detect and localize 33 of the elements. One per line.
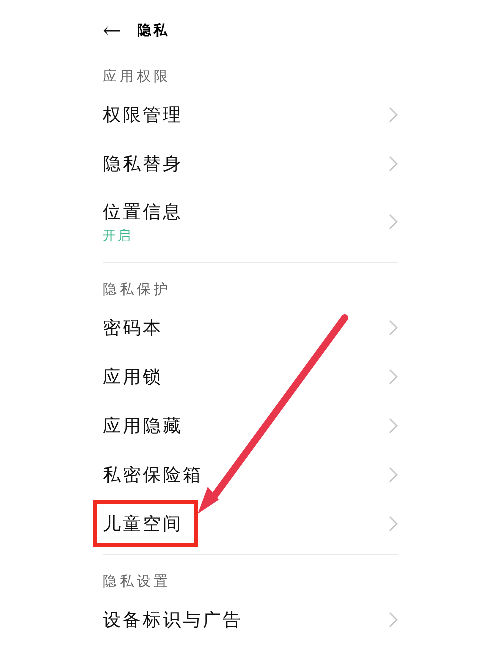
row-label: 应用锁	[103, 366, 163, 388]
settings-row[interactable]: 应用锁	[103, 352, 398, 401]
settings-row[interactable]: 应用隐藏	[103, 401, 398, 450]
row-label: 密码本	[103, 316, 163, 340]
section-header: 隐私设置	[103, 573, 172, 592]
settings-row[interactable]: 儿童空间	[103, 499, 398, 548]
back-button[interactable]: ←	[103, 18, 122, 44]
row-label: 应用隐藏	[103, 414, 183, 438]
settings-row[interactable]: 权限管理	[103, 90, 398, 139]
section-header: 应用权限	[103, 68, 172, 87]
settings-row[interactable]: 设备标识与广告	[103, 595, 398, 644]
chevron-icon	[389, 418, 398, 434]
chevron-icon	[389, 106, 398, 122]
settings-row[interactable]: 隐私替身	[103, 139, 398, 188]
chevron-icon	[389, 320, 398, 336]
page-title: 隐私	[137, 22, 170, 40]
settings-row[interactable]: 密码本	[103, 303, 398, 352]
row-label: 私密保险箱	[103, 464, 203, 486]
row-label: 设备标识与广告	[103, 608, 243, 632]
row-label: 隐私替身	[103, 152, 183, 176]
chevron-icon	[389, 214, 398, 230]
row-label: 位置信息	[103, 200, 183, 224]
chevron-icon	[389, 516, 398, 532]
chevron-icon	[389, 612, 398, 628]
row-label: 权限管理	[103, 104, 183, 126]
chevron-icon	[389, 156, 398, 172]
chevron-icon	[389, 466, 398, 482]
settings-row[interactable]: 位置信息 开启	[103, 188, 398, 256]
settings-row[interactable]: 私密保险箱	[103, 450, 398, 499]
section-header: 隐私保护	[103, 281, 172, 300]
status-text: 开启	[103, 228, 134, 244]
chevron-icon	[389, 368, 398, 384]
row-label: 儿童空间	[103, 512, 183, 536]
